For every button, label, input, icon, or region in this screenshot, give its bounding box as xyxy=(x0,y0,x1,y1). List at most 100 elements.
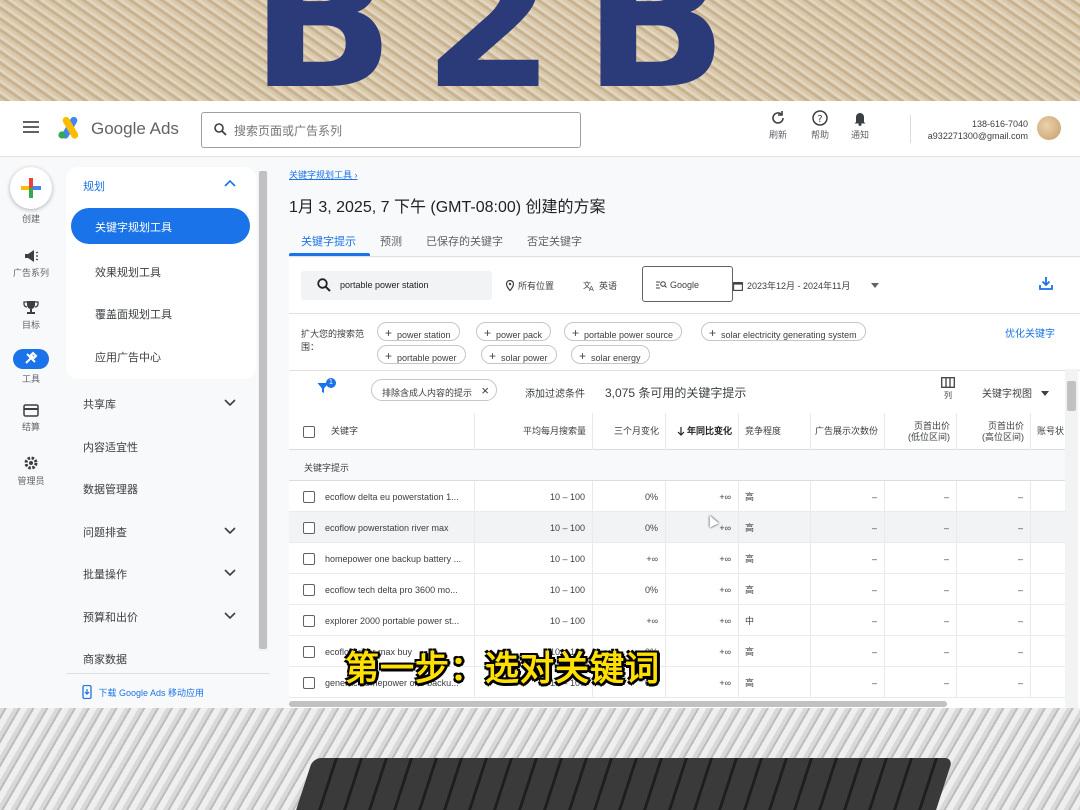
nav-section-troubleshooting[interactable]: 问题排查 xyxy=(83,524,127,540)
global-search-box[interactable] xyxy=(201,112,581,148)
table-vertical-scrollbar[interactable] xyxy=(1065,369,1078,708)
table-row[interactable]: homepower one backup battery ... 10 – 100… xyxy=(289,543,1065,574)
expand-chip[interactable]: + solar electricity generating system xyxy=(701,322,866,341)
yoy-change-cell: +∞ xyxy=(666,667,739,698)
nav-item-app-ads-hub[interactable]: 应用广告中心 xyxy=(95,349,161,365)
keyword-view-select[interactable]: 关键字视图 xyxy=(982,385,1049,400)
avg-searches-cell: 10 – 100 xyxy=(475,543,593,574)
rail-billing[interactable]: 结算 xyxy=(0,404,62,433)
nav-item-performance-planner[interactable]: 效果规划工具 xyxy=(95,264,161,280)
breadcrumb[interactable]: 关键字规划工具 › xyxy=(289,168,358,181)
table-row[interactable]: explorer 2000 portable power st... 10 – 1… xyxy=(289,605,1065,636)
mobile-app-link[interactable]: 下载 Google Ads 移动应用 xyxy=(99,688,205,698)
select-all-checkbox[interactable] xyxy=(303,425,315,438)
col-header-three-month-change[interactable]: 三个月变化 xyxy=(593,413,666,450)
location-filter[interactable]: 所有位置 xyxy=(505,279,554,292)
date-range-filter[interactable]: 2023年12月 - 2024年11月 xyxy=(733,279,883,292)
col-header-yoy-change[interactable]: 年同比变化 xyxy=(666,413,739,450)
add-filter-button[interactable]: 添加过滤条件 xyxy=(525,385,585,400)
expand-chip-label: portable power source xyxy=(584,330,674,340)
refresh-icon xyxy=(772,111,784,124)
chevron-down-icon[interactable] xyxy=(224,399,236,407)
table-header: 关键字 平均每月搜索量 三个月变化 年同比变化 竞争程度 广告展示次数份 页首出… xyxy=(289,413,1065,450)
bid-low-cell: – xyxy=(885,481,957,512)
menu-icon[interactable] xyxy=(23,121,39,133)
table-row[interactable]: ecoflow tech delta pro 3600 mo... 10 – 10… xyxy=(289,574,1065,605)
expand-chip[interactable]: + power pack xyxy=(476,322,552,341)
nav-scrollbar[interactable] xyxy=(258,171,268,651)
tab-forecast[interactable]: 预测 xyxy=(380,233,402,249)
close-icon[interactable]: × xyxy=(481,383,489,398)
tab-saved-keywords[interactable]: 已保存的关键字 xyxy=(426,233,503,249)
table-group-label: 关键字提示 xyxy=(289,450,1065,481)
refresh-button[interactable]: 刷新 xyxy=(758,110,798,141)
expand-chip[interactable]: + portable power xyxy=(377,345,466,364)
rail-admin[interactable]: 管理员 xyxy=(0,455,62,487)
rail-campaigns[interactable]: 广告系列 xyxy=(0,249,62,279)
rail-campaigns-label: 广告系列 xyxy=(12,268,49,278)
expand-chip[interactable]: + power station xyxy=(377,322,460,341)
col-header-keyword[interactable]: 关键字 xyxy=(325,413,475,450)
gear-icon xyxy=(24,456,38,470)
col-header-impression-share[interactable]: 广告展示次数份 xyxy=(811,413,885,450)
chevron-down-icon[interactable] xyxy=(224,612,236,620)
nav-section-bulk-actions[interactable]: 批量操作 xyxy=(83,566,127,582)
divider xyxy=(289,313,1080,314)
global-search-input[interactable] xyxy=(234,121,564,141)
mobile-app-download[interactable]: 下载 Google Ads 移动应用 xyxy=(66,673,270,700)
impression-share-cell: – xyxy=(811,605,885,636)
account-id: 138-616-7040 xyxy=(971,119,1028,129)
bid-high-cell: – xyxy=(957,636,1031,667)
table-horizontal-scrollbar[interactable] xyxy=(289,701,947,707)
nav-scrollbar-thumb[interactable] xyxy=(259,171,267,649)
keyword-query-field[interactable]: portable power station xyxy=(301,271,492,300)
rail-tools[interactable]: 工具 xyxy=(0,349,62,385)
language-filter[interactable]: 文 A 英语 xyxy=(583,279,617,293)
nav-item-keyword-planner[interactable]: 关键字规划工具 xyxy=(71,208,250,244)
select-all-checkbox-cell[interactable] xyxy=(289,413,329,450)
expand-chip[interactable]: + portable power source xyxy=(564,322,683,341)
avatar[interactable] xyxy=(1037,116,1061,140)
network-icon xyxy=(656,281,667,289)
columns-icon xyxy=(941,377,955,388)
chevron-down-icon[interactable] xyxy=(224,569,236,577)
col-header-bid-low[interactable]: 页首出价 (低位区间) xyxy=(885,413,957,450)
tab-keyword-ideas[interactable]: 关键字提示 xyxy=(301,233,356,249)
help-button[interactable]: ? 帮助 xyxy=(800,110,840,141)
chevron-up-icon[interactable] xyxy=(224,179,236,187)
nav-section-shared-library[interactable]: 共享库 xyxy=(83,396,116,412)
network-filter[interactable]: Google xyxy=(642,266,733,302)
expand-chip-label: power station xyxy=(397,330,451,340)
rail-goals[interactable]: 目标 xyxy=(0,300,62,331)
col-header-avg-searches[interactable]: 平均每月搜索量 xyxy=(475,413,593,450)
download-icon[interactable] xyxy=(1039,276,1053,290)
col-header-account-status[interactable]: 账号状 xyxy=(1031,413,1065,450)
nav-section-budgets-bids[interactable]: 预算和出价 xyxy=(83,609,138,625)
table-vertical-scrollbar-thumb[interactable] xyxy=(1067,381,1076,411)
notifications-button[interactable]: 通知 xyxy=(840,110,880,141)
col-header-bid-high[interactable]: 页首出价 (高位区间) xyxy=(957,413,1031,450)
expand-chip-label: solar electricity generating system xyxy=(721,330,857,340)
col-header-competition[interactable]: 竞争程度 xyxy=(739,413,811,450)
expand-chip[interactable]: + solar power xyxy=(481,345,557,364)
create-button[interactable] xyxy=(10,167,52,209)
tab-negative-keywords[interactable]: 否定关键字 xyxy=(527,233,582,249)
columns-button[interactable]: 列 xyxy=(941,377,955,401)
keyword-cell: homepower one backup battery ... xyxy=(295,543,475,574)
active-filter-chip[interactable]: 排除含成人内容的提示 × xyxy=(371,379,498,401)
keyword-view-value: 关键字视图 xyxy=(982,389,1032,400)
nav-section-business-data[interactable]: 商家数据 xyxy=(83,651,127,667)
table-row[interactable]: ecoflow powerstation river max 10 – 100 0%… xyxy=(289,512,1065,543)
table-row[interactable]: ecoflow delta eu powerstation 1... 10 – 1… xyxy=(289,481,1065,512)
chevron-down-icon[interactable] xyxy=(224,527,236,535)
breadcrumb-link[interactable]: 关键字规划工具 xyxy=(289,170,352,180)
nav-planning-heading[interactable]: 规划 xyxy=(83,178,105,194)
nav-section-content-suitability[interactable]: 内容适宜性 xyxy=(83,439,138,455)
refine-keywords-button[interactable]: 优化关键字 xyxy=(1005,328,1055,341)
nav-section-data-manager[interactable]: 数据管理器 xyxy=(83,481,138,497)
nav-item-reach-planner[interactable]: 覆盖面规划工具 xyxy=(95,306,172,322)
competition-cell: 中 xyxy=(739,605,811,636)
account-info[interactable]: 138-616-7040 a932271300@gmail.com xyxy=(928,118,1028,142)
bid-high-cell: – xyxy=(957,481,1031,512)
expand-chip[interactable]: + solar energy xyxy=(571,345,650,364)
